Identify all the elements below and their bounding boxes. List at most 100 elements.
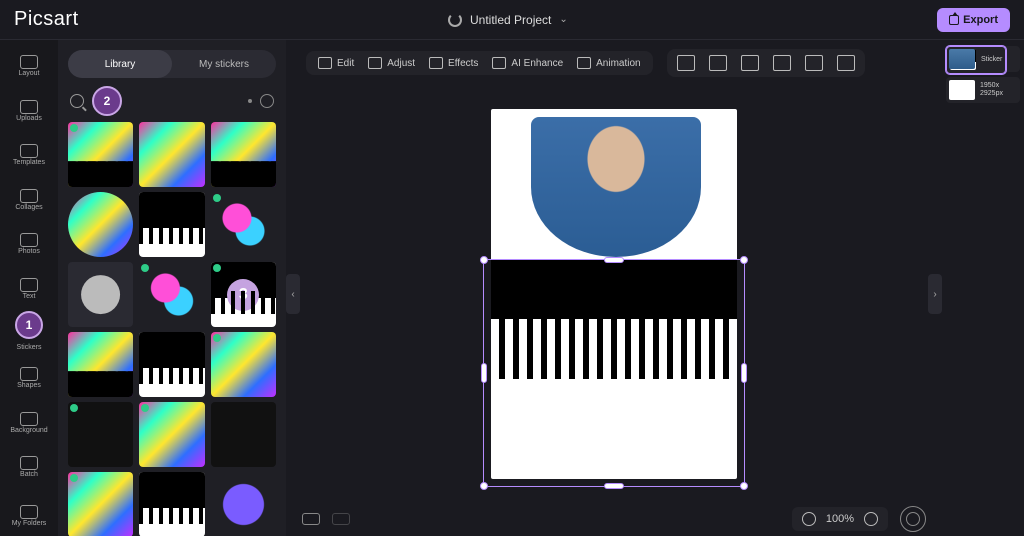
rail-collages[interactable]: Collages [4,180,54,221]
rail-text[interactable]: Text [4,269,54,310]
duplicate-button[interactable] [805,55,823,71]
rail-photos[interactable]: Photos [4,224,54,265]
animation-button[interactable]: Animation [577,57,640,69]
layers-panel: Sticker Image 1950x 2925px [942,40,1024,536]
handle-bl[interactable] [480,482,488,490]
bottom-bar: 100% [286,502,942,536]
edit-icon [318,57,332,69]
panel-options-icon[interactable] [236,99,252,103]
sticker-thumb[interactable] [211,192,276,257]
sticker-thumb[interactable]: 3 [211,262,276,327]
rail-background[interactable]: Background [4,402,54,443]
handle-br[interactable] [740,482,748,490]
edit-button[interactable]: Edit [318,57,354,69]
export-button[interactable]: Export [937,8,1010,32]
sticker-thumb[interactable] [211,332,276,397]
folder-icon [20,505,38,519]
sparkle-icon [492,57,506,69]
rail-batch[interactable]: Batch [4,447,54,488]
handle-left[interactable] [481,363,487,383]
fx-icon [429,57,443,69]
undo-button[interactable] [302,513,320,525]
animation-icon [577,57,591,69]
sticker-thumb[interactable] [68,332,133,397]
gear-icon [906,512,920,526]
sticker-thumb[interactable] [68,192,133,257]
sticker-thumb[interactable] [139,192,204,257]
rail-my-folders[interactable]: My Folders [4,495,54,536]
batch-icon [20,456,38,470]
text-icon [20,278,38,292]
sticker-grid: 3 [64,122,280,536]
layout-icon [20,55,38,69]
handle-tl[interactable] [480,256,488,264]
zoom-level[interactable]: 100% [826,513,854,525]
rail-templates[interactable]: Templates [4,135,54,176]
tutorial-marker-3: 3 [227,279,259,311]
canvas-page[interactable] [491,109,737,479]
app-logo: Picsart [14,8,79,31]
canvas-settings-button[interactable] [900,506,926,532]
rail-uploads[interactable]: Uploads [4,91,54,132]
tab-library[interactable]: Library [68,50,172,78]
panel-tabs: Library My stickers [68,50,276,78]
sticker-thumb[interactable] [139,332,204,397]
export-icon [949,15,959,25]
layer-thumb-icon [949,49,975,69]
adjust-button[interactable]: Adjust [368,57,415,69]
collapse-left-panel[interactable]: ‹ [286,274,300,314]
left-rail: Layout Uploads Templates Collages Photos… [0,40,58,536]
settings-icon[interactable] [260,94,274,108]
tab-my-stickers[interactable]: My stickers [172,50,276,78]
ai-enhance-button[interactable]: AI Enhance [492,57,563,69]
erase-button[interactable] [709,55,727,71]
zoom-controls: 100% [792,507,888,531]
search-icon[interactable] [70,94,84,108]
upload-icon [20,100,38,114]
background-icon [20,412,38,426]
sticker-thumb[interactable] [211,472,276,536]
effects-button[interactable]: Effects [429,57,478,69]
layer-thumb-icon [949,80,975,100]
sticker-thumb[interactable] [68,262,133,327]
chevron-down-icon[interactable]: ⌄ [559,14,567,25]
handle-right[interactable] [741,363,747,383]
premium-badge-icon [70,124,78,132]
crop-button[interactable] [741,55,759,71]
sticker-thumb[interactable] [211,122,276,187]
tutorial-marker-1: 1 [15,311,43,339]
flip-button[interactable] [677,55,695,71]
sticker-thumb[interactable] [68,402,133,467]
sticker-thumb[interactable] [68,122,133,187]
canvas-area: Edit Adjust Effects AI Enhance Animation… [286,40,942,536]
sticker-thumb[interactable] [139,402,204,467]
redo-button[interactable] [332,513,350,525]
image-layer-preview [531,117,701,257]
tutorial-marker-2: 2 [92,86,122,116]
sticker-thumb[interactable] [68,472,133,536]
handle-bottom[interactable] [604,483,624,489]
layer-image[interactable]: Image [946,46,1020,72]
handle-tr[interactable] [740,256,748,264]
delete-button[interactable] [837,55,855,71]
templates-icon [20,144,38,158]
topbar: Picsart Untitled Project ⌄ Export [0,0,1024,40]
sticker-layer-preview [491,259,737,319]
zoom-out-icon[interactable] [802,512,816,526]
rail-stickers[interactable]: 1 Stickers [4,313,54,354]
sticker-thumb[interactable] [139,262,204,327]
sticker-thumb[interactable] [139,472,204,536]
layer-background[interactable]: 1950x 2925px [946,77,1020,103]
sticker-thumb[interactable] [139,122,204,187]
shapes-icon [20,367,38,381]
project-title[interactable]: Untitled Project [470,13,551,27]
rotate-button[interactable] [773,55,791,71]
reload-icon[interactable] [448,13,462,27]
rail-layout[interactable]: Layout [4,46,54,87]
collages-icon [20,189,38,203]
sticker-thumb[interactable] [211,402,276,467]
photos-icon [20,233,38,247]
rail-shapes[interactable]: Shapes [4,358,54,399]
zoom-in-icon[interactable] [864,512,878,526]
collapse-right-panel[interactable]: › [928,274,942,314]
